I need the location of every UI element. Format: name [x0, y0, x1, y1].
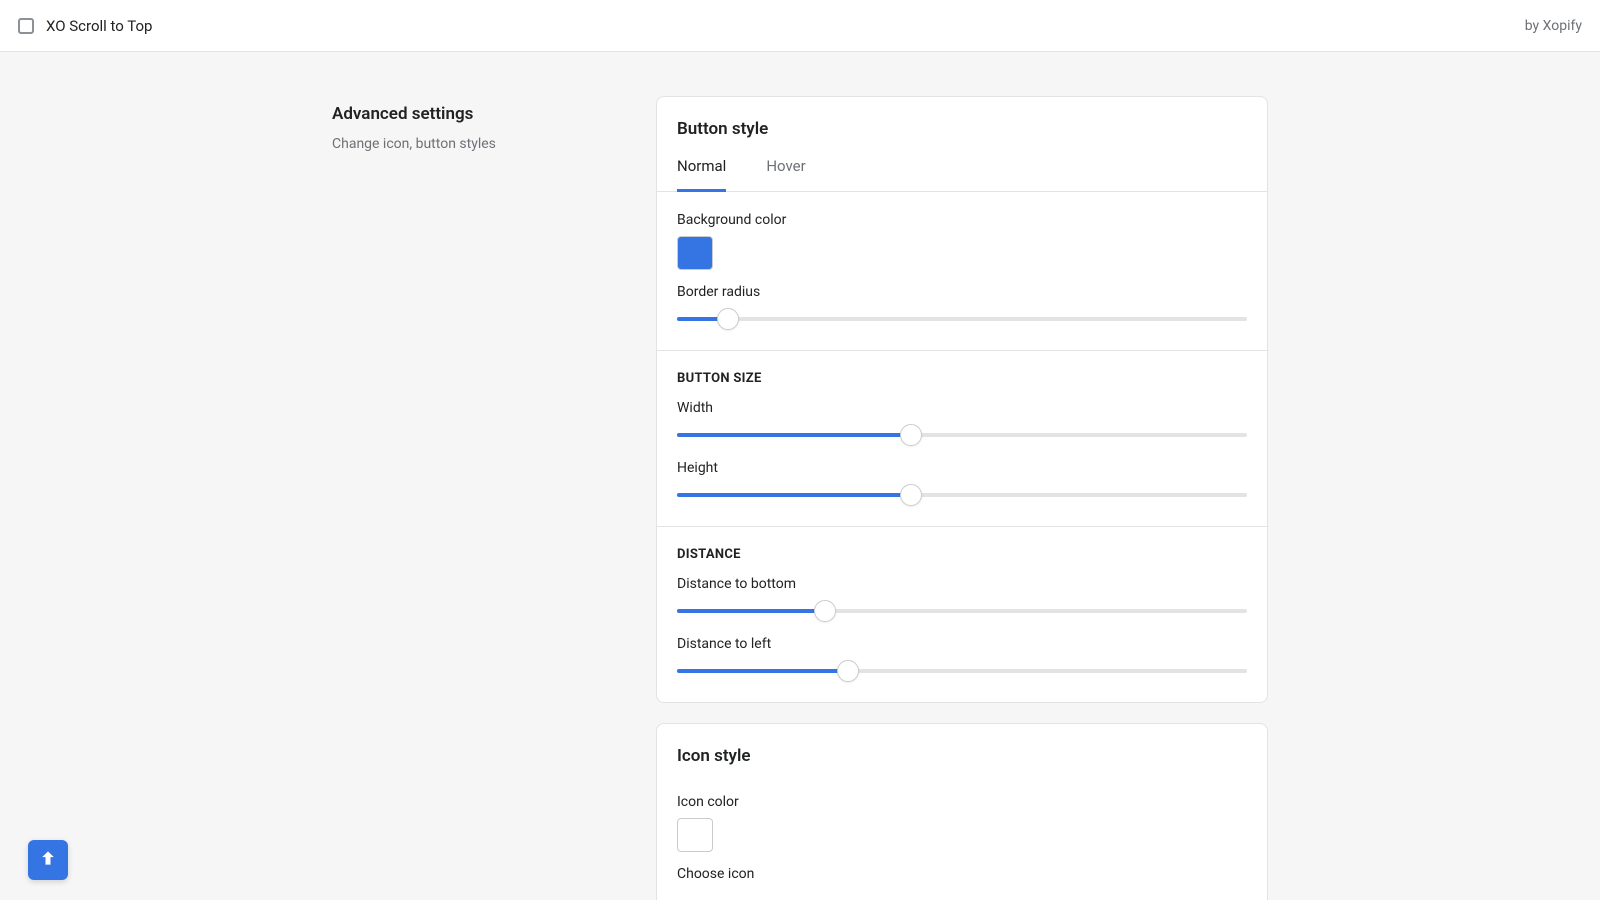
background-color-swatch[interactable]: [677, 236, 713, 270]
border-radius-slider[interactable]: [677, 308, 1247, 330]
divider: [657, 526, 1267, 527]
slider-track: [677, 317, 1247, 321]
header-left: XO Scroll to Top: [18, 17, 152, 35]
height-slider[interactable]: [677, 484, 1247, 506]
distance-heading: DISTANCE: [677, 547, 1247, 562]
tab-hover[interactable]: Hover: [766, 157, 805, 191]
settings-columns: Advanced settings Change icon, button st…: [332, 96, 1268, 900]
button-size-heading: BUTTON SIZE: [677, 371, 1247, 386]
app-title: XO Scroll to Top: [46, 17, 152, 35]
icon-color-swatch[interactable]: [677, 818, 713, 852]
slider-fill: [677, 493, 911, 497]
button-style-header: Button style: [657, 97, 1267, 139]
content-area: Advanced settings Change icon, button st…: [0, 52, 1600, 900]
slider-thumb[interactable]: [900, 424, 922, 446]
icon-style-title: Icon style: [677, 746, 1247, 766]
app-header: XO Scroll to Top by Xopify: [0, 0, 1600, 52]
width-label: Width: [677, 400, 1247, 416]
section-heading: Advanced settings: [332, 104, 624, 124]
slider-thumb[interactable]: [717, 308, 739, 330]
button-style-card: Button style Normal Hover Background col…: [656, 96, 1268, 703]
slider-thumb[interactable]: [837, 660, 859, 682]
slider-fill: [677, 609, 825, 613]
slider-fill: [677, 669, 848, 673]
slider-thumb[interactable]: [814, 600, 836, 622]
distance-left-label: Distance to left: [677, 636, 1247, 652]
distance-left-slider[interactable]: [677, 660, 1247, 682]
background-color-label: Background color: [677, 212, 1247, 228]
icon-style-card: Icon style Icon color Choose icon: [656, 723, 1268, 900]
height-label: Height: [677, 460, 1247, 476]
width-slider[interactable]: [677, 424, 1247, 446]
icon-style-header: Icon style: [657, 724, 1267, 766]
icon-style-body: Icon color Choose icon: [657, 766, 1267, 900]
icon-color-label: Icon color: [677, 794, 1247, 810]
section-subheading: Change icon, button styles: [332, 134, 624, 155]
settings-panels: Button style Normal Hover Background col…: [656, 96, 1268, 900]
choose-icon-label: Choose icon: [677, 866, 1247, 882]
settings-intro: Advanced settings Change icon, button st…: [332, 96, 624, 900]
arrow-up-icon: [38, 848, 58, 872]
slider-thumb[interactable]: [900, 484, 922, 506]
button-style-body: Background color Border radius BUTTON SI…: [657, 192, 1267, 702]
app-byline: by Xopify: [1525, 18, 1582, 34]
slider-fill: [677, 433, 911, 437]
scroll-to-top-button[interactable]: [28, 840, 68, 880]
app-logo-icon: [18, 18, 34, 34]
distance-bottom-slider[interactable]: [677, 600, 1247, 622]
distance-bottom-label: Distance to bottom: [677, 576, 1247, 592]
border-radius-label: Border radius: [677, 284, 1247, 300]
divider: [657, 350, 1267, 351]
button-style-title: Button style: [677, 119, 1247, 139]
button-style-tabs: Normal Hover: [657, 139, 1267, 192]
tab-normal[interactable]: Normal: [677, 157, 726, 192]
